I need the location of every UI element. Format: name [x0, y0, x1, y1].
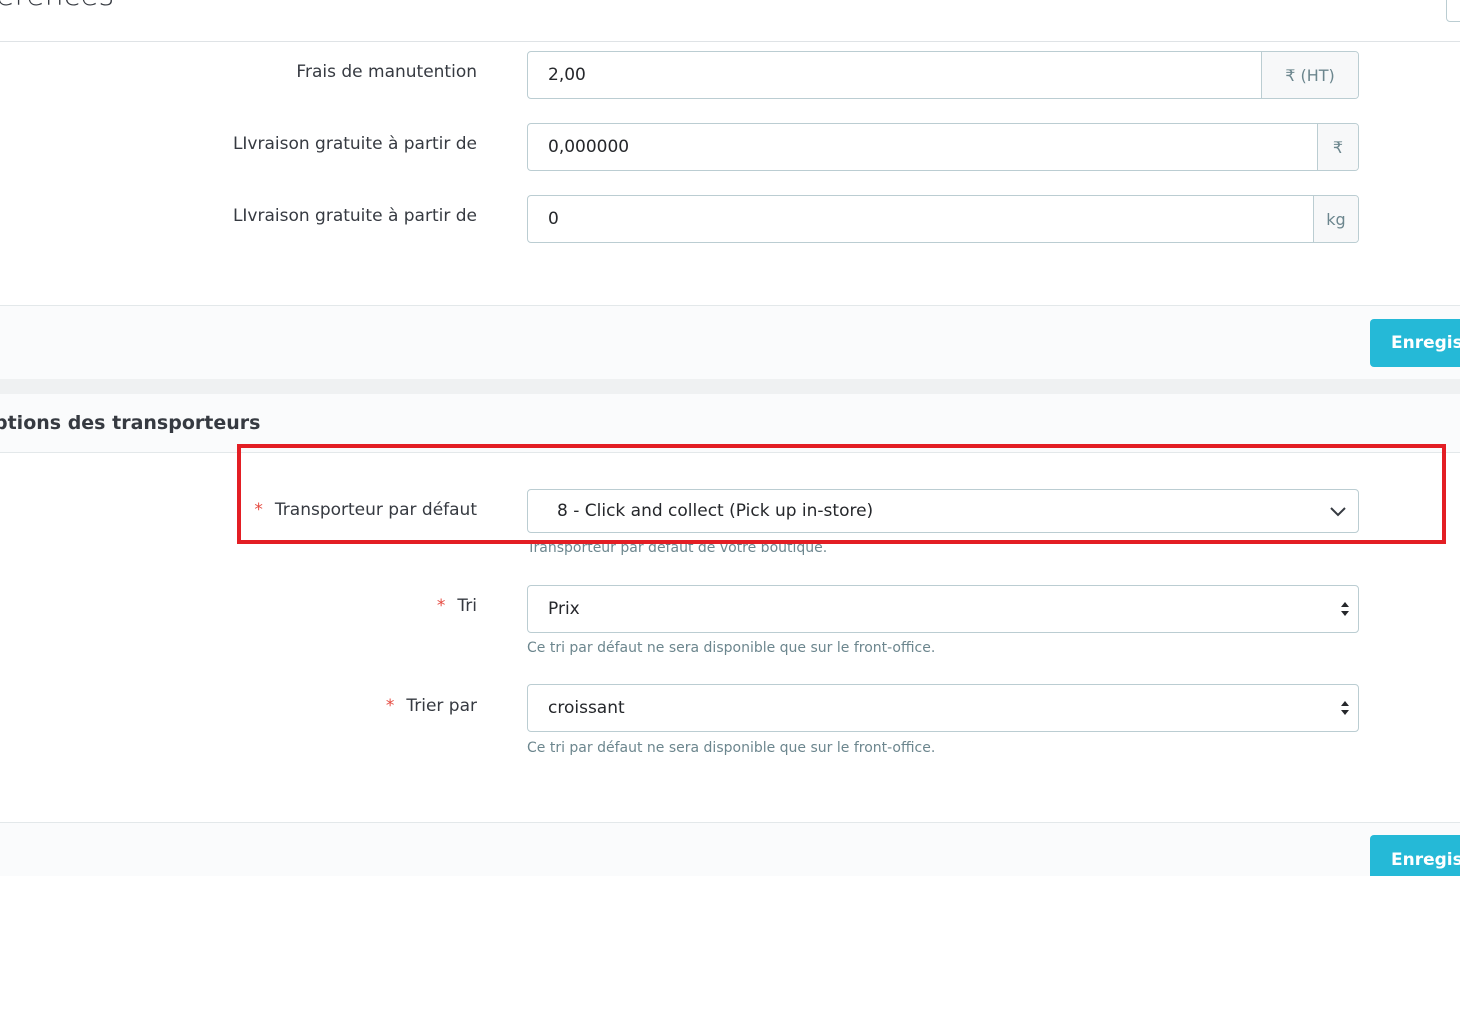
save-button[interactable]: Enregistrer [1370, 319, 1460, 367]
handling-fee-group: 2,00 ₹ (HT) [527, 51, 1359, 99]
free-shipping-price-input[interactable]: 0,000000 [528, 124, 1317, 170]
free-shipping-price-group: 0,000000 ₹ [527, 123, 1359, 171]
order-label-text: Trier par [406, 696, 477, 716]
page-title: érences [0, 0, 114, 13]
default-carrier-select[interactable]: 8 - Click and collect (Pick up in-store) [527, 489, 1359, 533]
carrier-options-title: ptions des transporteurs [0, 412, 261, 434]
sort-help: Ce tri par défaut ne sera disponible que… [527, 640, 936, 656]
select-updown-icon [1341, 701, 1349, 715]
panel-separator [0, 379, 1460, 394]
save-button[interactable]: Enregistrer [1370, 835, 1460, 876]
default-carrier-value: 8 - Click and collect (Pick up in-store) [557, 501, 874, 521]
order-help: Ce tri par défaut ne sera disponible que… [527, 740, 936, 756]
sort-select[interactable]: Prix [527, 585, 1359, 633]
free-shipping-weight-group: 0 kg [527, 195, 1359, 243]
free-shipping-price-label: LIvraison gratuite à partir de [232, 134, 477, 154]
shipping-form-footer [0, 305, 1460, 380]
handling-fee-input[interactable]: 2,00 [528, 52, 1261, 98]
default-carrier-label-text: Transporteur par défaut [274, 500, 477, 520]
default-carrier-help: Transporteur par défaut de votre boutiqu… [527, 540, 828, 556]
order-label: * Trier par [386, 696, 477, 716]
required-marker: * [385, 696, 395, 716]
chevron-down-icon [1330, 507, 1346, 517]
weight-unit-addon: kg [1313, 196, 1358, 242]
free-shipping-weight-label: LIvraison gratuite à partir de [232, 206, 477, 226]
currency-addon: ₹ [1317, 124, 1358, 170]
header-button[interactable] [1446, 0, 1460, 22]
free-shipping-weight-input[interactable]: 0 [528, 196, 1313, 242]
handling-fee-label: Frais de manutention [296, 62, 477, 82]
sort-value: Prix [548, 599, 580, 619]
default-carrier-label: * Transporteur par défaut [254, 500, 477, 520]
order-select[interactable]: croissant [527, 684, 1359, 732]
order-value: croissant [548, 698, 625, 718]
page-bottom [0, 876, 1460, 1012]
required-marker: * [254, 500, 263, 520]
page: érences Frais de manutention 2,00 ₹ (HT)… [0, 0, 1460, 1012]
required-marker: * [436, 596, 446, 616]
select-updown-icon [1341, 602, 1349, 616]
sort-label-text: Tri [457, 596, 477, 616]
carrier-options-footer [0, 822, 1460, 877]
sort-label: * Tri [437, 596, 477, 616]
header-divider [0, 41, 1460, 42]
currency-ht-addon: ₹ (HT) [1261, 52, 1358, 98]
